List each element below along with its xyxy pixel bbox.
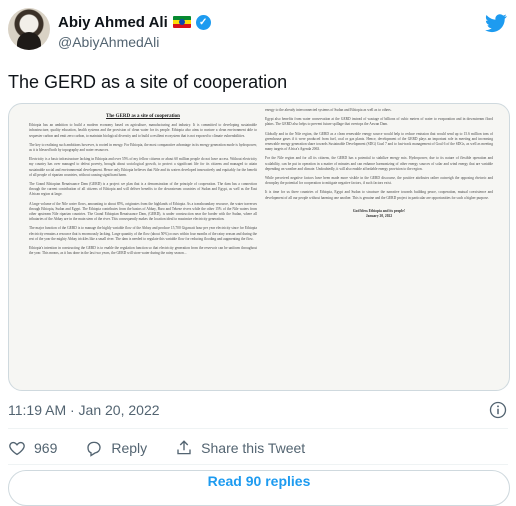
tweet-text: The GERD as a site of cooperation <box>8 72 288 92</box>
statement-document: The GERD as a site of cooperation Ethiop… <box>9 104 509 390</box>
signature-date: January 20, 2022 <box>365 214 393 219</box>
author-name-row: Abiy Ahmed Ali ✓ <box>58 12 211 32</box>
document-paragraph: The Grand Ethiopian Renaissance Dam (GER… <box>29 182 257 197</box>
document-paragraph: For the Nile region and for all its citi… <box>265 156 493 171</box>
heart-icon <box>9 441 25 456</box>
tweet-header: Abiy Ahmed Ali ✓ @AbiyAhmedAli <box>8 8 508 58</box>
author-handle[interactable]: @AbiyAhmedAli <box>58 34 159 50</box>
share-button[interactable]: Share this Tweet <box>175 439 305 457</box>
document-paragraph: energy to the already interconnected sys… <box>265 108 392 112</box>
like-button[interactable]: 969 <box>8 439 57 457</box>
reply-icon <box>87 441 102 457</box>
document-paragraph: The major function of the GERD is to man… <box>29 226 257 241</box>
read-replies-button[interactable]: Read 90 replies <box>8 470 510 506</box>
tweet-actions: 969 Reply Share this Tweet <box>8 436 508 460</box>
tweet-image[interactable]: The GERD as a site of cooperation Ethiop… <box>8 103 510 391</box>
document-signature: God bless Ethiopia and its people! Janua… <box>265 209 493 219</box>
document-paragraph: The key to realizing such ambitions howe… <box>29 142 257 153</box>
tweet-timestamp[interactable]: 11:19 AM · Jan 20, 2022 <box>8 402 160 418</box>
document-title: The GERD as a site of cooperation <box>106 114 180 119</box>
verified-badge-icon: ✓ <box>195 14 211 30</box>
like-count: 969 <box>34 440 58 456</box>
document-paragraph: Ethiopia has an ambition to build a mode… <box>29 123 257 138</box>
document-paragraph: A large volume of the Nile water flows, … <box>29 201 257 222</box>
share-label: Share this Tweet <box>201 440 306 456</box>
document-paragraph: It is time for us three countries of Eth… <box>265 190 493 200</box>
document-right-column: energy to the already interconnected sys… <box>265 108 493 219</box>
author-name[interactable]: Abiy Ahmed Ali <box>58 14 168 31</box>
share-icon <box>177 440 191 455</box>
document-left-column: The GERD as a site of cooperation Ethiop… <box>29 108 257 260</box>
info-icon[interactable] <box>488 400 508 420</box>
document-paragraph: Egypt also benefits from water conservat… <box>265 117 493 127</box>
twitter-logo-icon[interactable] <box>484 12 508 34</box>
ethiopia-flag-icon <box>172 16 191 28</box>
document-paragraph: While perceived negative factors have be… <box>265 176 493 186</box>
document-paragraph: Electricity is a basic infrastructure la… <box>29 157 257 177</box>
divider <box>8 428 508 429</box>
document-paragraph: Globally and in the Nile region, the GER… <box>265 131 493 152</box>
document-paragraph: Ethiopia's intention in constructing the… <box>29 246 257 256</box>
reply-button[interactable]: Reply <box>85 439 147 457</box>
reply-label: Reply <box>111 440 148 456</box>
author-avatar[interactable] <box>8 8 50 50</box>
divider <box>8 464 508 465</box>
